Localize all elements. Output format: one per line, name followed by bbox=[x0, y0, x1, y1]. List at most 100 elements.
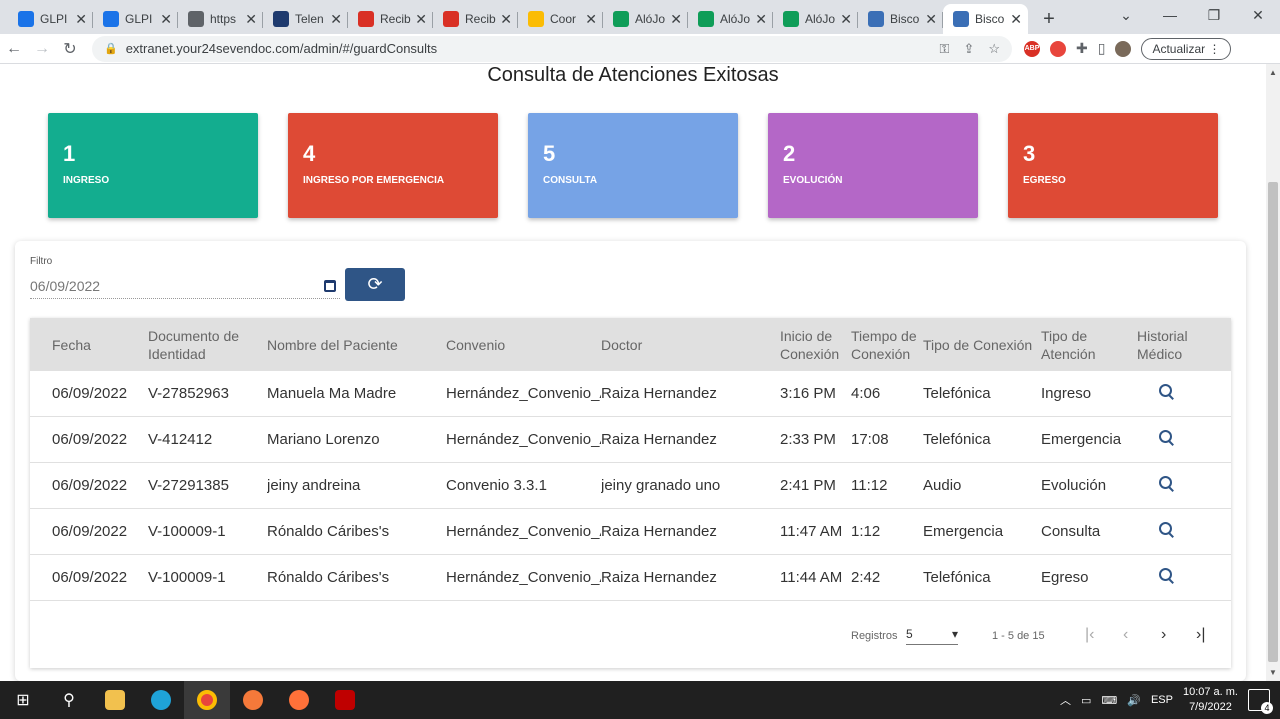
scrollbar-thumb[interactable] bbox=[1268, 182, 1278, 662]
summary-card[interactable]: 2 EVOLUCIÓN bbox=[768, 113, 978, 218]
browser-tab[interactable]: GLPI ✕ bbox=[93, 4, 178, 34]
profile-avatar[interactable] bbox=[1115, 40, 1132, 57]
tab-close-icon[interactable]: ✕ bbox=[670, 11, 682, 28]
edge-icon bbox=[151, 690, 171, 710]
side-panel-icon[interactable]: ▯ bbox=[1098, 40, 1106, 57]
cell-doctor: Raiza Hernandez bbox=[601, 523, 717, 540]
back-button[interactable]: ← bbox=[0, 40, 28, 58]
browser-tab[interactable]: Bisco ✕ bbox=[858, 4, 943, 34]
browser-tab[interactable]: Telen ✕ bbox=[263, 4, 348, 34]
first-page-icon[interactable]: |‹ bbox=[1085, 626, 1094, 644]
chrome-button[interactable] bbox=[184, 681, 230, 719]
tab-search-icon[interactable]: ⌄ bbox=[1104, 0, 1148, 30]
cell-tiempo: 17:08 bbox=[851, 431, 889, 448]
search-icon[interactable] bbox=[1159, 521, 1175, 538]
tray-chevron-icon[interactable]: ︿ bbox=[1060, 692, 1071, 708]
search-icon[interactable] bbox=[1159, 429, 1175, 446]
tab-close-icon[interactable]: ✕ bbox=[330, 11, 342, 28]
start-button[interactable]: ⊞ bbox=[0, 681, 46, 719]
tab-close-icon[interactable]: ✕ bbox=[75, 11, 87, 28]
tab-close-icon[interactable]: ✕ bbox=[415, 11, 427, 28]
search-button[interactable]: ⚲ bbox=[46, 681, 92, 719]
clock[interactable]: 10:07 a. m. 7/9/2022 bbox=[1183, 685, 1238, 715]
scroll-up-icon[interactable]: ▲ bbox=[1269, 68, 1277, 77]
puzzle-extensions-icon[interactable]: ✚ bbox=[1076, 40, 1088, 57]
close-window-button[interactable]: ✕ bbox=[1236, 0, 1280, 30]
glpi-icon bbox=[103, 11, 119, 27]
last-page-icon[interactable]: ›| bbox=[1196, 626, 1205, 644]
key-icon[interactable]: ⚿ bbox=[940, 41, 950, 57]
tab-close-icon[interactable]: ✕ bbox=[1010, 11, 1022, 28]
bookmark-star-icon[interactable]: ☆ bbox=[988, 41, 1000, 57]
browser-tab[interactable]: AlóJo ✕ bbox=[688, 4, 773, 34]
reload-button[interactable]: ↻ bbox=[56, 39, 84, 59]
table-row: 06/09/2022 V-100009-1 Rónaldo Cáribes's Her… bbox=[30, 509, 1231, 555]
cell-fecha: 06/09/2022 bbox=[52, 523, 128, 540]
tab-label: Telen bbox=[295, 12, 324, 26]
browser-tab[interactable]: Bisco ✕ bbox=[943, 4, 1028, 34]
cell-historial bbox=[1137, 567, 1227, 588]
browser-tab[interactable]: GLPI ✕ bbox=[8, 4, 93, 34]
browser-tab[interactable]: Recib ✕ bbox=[433, 4, 518, 34]
url-text: extranet.your24sevendoc.com/admin/#/guar… bbox=[125, 41, 438, 56]
minimize-button[interactable]: — bbox=[1148, 0, 1192, 30]
browser-tab[interactable]: AlóJo ✕ bbox=[773, 4, 858, 34]
browser-tab[interactable]: AlóJo ✕ bbox=[603, 4, 688, 34]
summary-card[interactable]: 3 EGRESO bbox=[1008, 113, 1218, 218]
tab-close-icon[interactable]: ✕ bbox=[500, 11, 512, 28]
tab-close-icon[interactable]: ✕ bbox=[245, 11, 257, 28]
cell-inicio: 3:16 PM bbox=[780, 385, 836, 402]
language-indicator[interactable]: ESP bbox=[1151, 694, 1173, 706]
previous-page-icon[interactable]: ‹ bbox=[1123, 626, 1128, 644]
tab-close-icon[interactable]: ✕ bbox=[160, 11, 172, 28]
calendar-icon[interactable] bbox=[324, 279, 336, 292]
tab-label: AlóJo bbox=[720, 12, 751, 26]
card-count: 1 bbox=[63, 141, 76, 166]
forward-button[interactable]: → bbox=[28, 40, 56, 58]
records-per-page-select[interactable]: 5 ▾ bbox=[906, 627, 958, 645]
maximize-button[interactable]: ❐ bbox=[1192, 0, 1236, 30]
column-header: Documento de Identidad bbox=[148, 327, 240, 362]
browser-tab[interactable]: Recib ✕ bbox=[348, 4, 433, 34]
volume-icon[interactable]: 🔊 bbox=[1127, 694, 1141, 707]
date-filter-input[interactable]: 06/09/2022 bbox=[30, 273, 340, 299]
search-icon[interactable] bbox=[1159, 475, 1175, 492]
edge-button[interactable] bbox=[138, 681, 184, 719]
scroll-down-icon[interactable]: ▼ bbox=[1269, 668, 1277, 677]
summary-card[interactable]: 5 CONSULTA bbox=[528, 113, 738, 218]
page-scrollbar[interactable]: ▲ ▼ bbox=[1266, 64, 1280, 681]
tab-close-icon[interactable]: ✕ bbox=[925, 11, 937, 28]
extension-icon[interactable] bbox=[1050, 40, 1066, 57]
update-button[interactable]: Actualizar ⋮ bbox=[1141, 37, 1232, 60]
cell-documento: V-412412 bbox=[148, 431, 213, 448]
cell-historial bbox=[1137, 383, 1227, 404]
card-count: 2 bbox=[783, 141, 796, 166]
filezilla-button[interactable] bbox=[322, 681, 368, 719]
browser-tab[interactable]: https ✕ bbox=[178, 4, 263, 34]
consult-panel: Filtro 06/09/2022 ⟳ Fecha Documento de Id… bbox=[15, 241, 1246, 681]
cell-paciente: Rónaldo Cáribes's bbox=[267, 523, 390, 540]
firefox-button[interactable] bbox=[276, 681, 322, 719]
file-explorer-button[interactable] bbox=[92, 681, 138, 719]
new-tab-button[interactable]: + bbox=[1034, 4, 1064, 34]
battery-icon[interactable]: ▭ bbox=[1081, 694, 1091, 707]
tab-close-icon[interactable]: ✕ bbox=[840, 11, 852, 28]
adblock-extension-icon[interactable]: ABP bbox=[1024, 40, 1040, 57]
share-icon[interactable]: ⇪ bbox=[963, 41, 974, 57]
browser-tab[interactable]: Coor ✕ bbox=[518, 4, 603, 34]
summary-card[interactable]: 1 INGRESO bbox=[48, 113, 258, 218]
summary-card[interactable]: 4 INGRESO POR EMERGENCIA bbox=[288, 113, 498, 218]
search-icon[interactable] bbox=[1159, 383, 1175, 400]
cell-paciente: jeiny andreina bbox=[267, 477, 361, 494]
address-bar[interactable]: 🔒 extranet.your24sevendoc.com/admin/#/gu… bbox=[92, 35, 1012, 62]
tab-label: https bbox=[210, 12, 237, 26]
notification-center-icon[interactable]: 4 bbox=[1248, 689, 1273, 714]
cell-tipo-conexion: Audio bbox=[923, 477, 962, 494]
search-icon[interactable] bbox=[1159, 567, 1175, 584]
app-button[interactable] bbox=[230, 681, 276, 719]
tab-close-icon[interactable]: ✕ bbox=[755, 11, 767, 28]
network-icon[interactable]: ⌨ bbox=[1101, 694, 1117, 707]
refresh-button[interactable]: ⟳ bbox=[345, 268, 405, 301]
next-page-icon[interactable]: › bbox=[1161, 626, 1166, 644]
tab-close-icon[interactable]: ✕ bbox=[585, 11, 597, 28]
